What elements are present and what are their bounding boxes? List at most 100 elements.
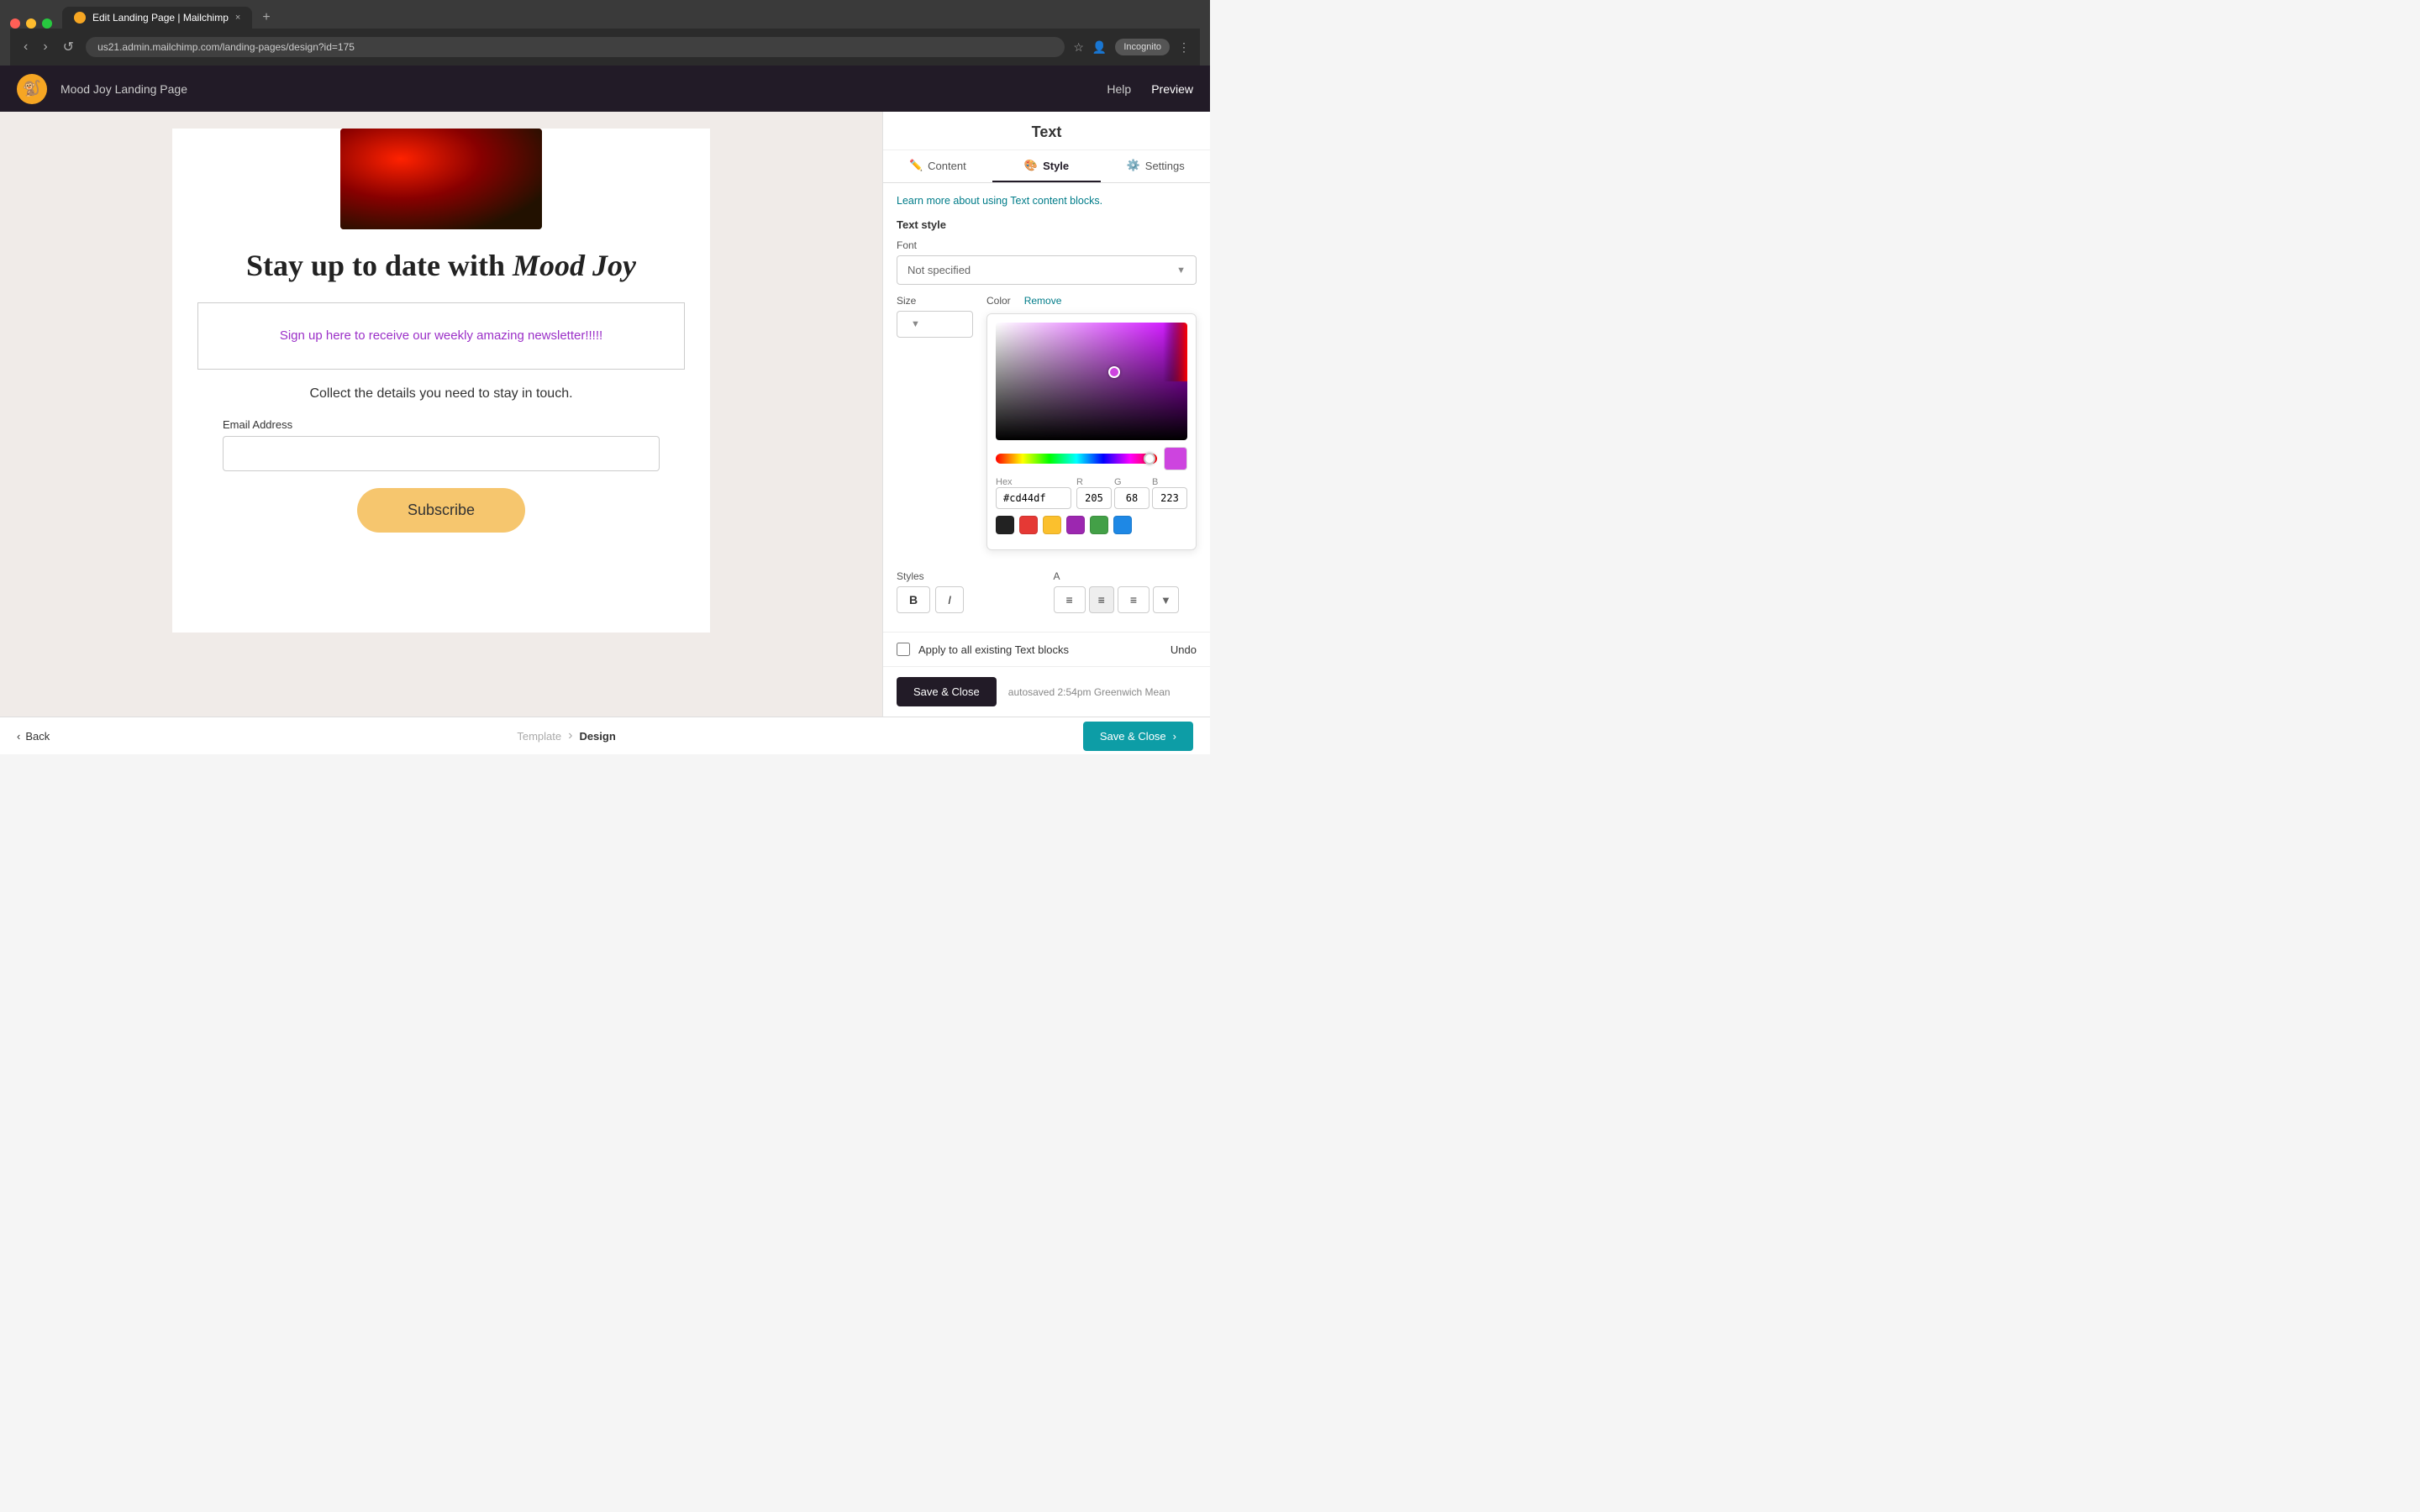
autosave-text: autosaved 2:54pm Greenwich Mean: [1008, 686, 1171, 698]
new-tab-button[interactable]: +: [255, 7, 276, 29]
color-gradient[interactable]: [996, 323, 1187, 440]
r-label: R: [1076, 477, 1112, 487]
apply-all-checkbox[interactable]: [897, 643, 910, 656]
hex-label: Hex: [996, 477, 1071, 487]
tab-close-button[interactable]: ×: [235, 13, 240, 23]
bold-button[interactable]: B: [897, 586, 930, 613]
b-input[interactable]: [1152, 487, 1187, 509]
swatch-green[interactable]: [1090, 516, 1108, 534]
save-close-panel-button[interactable]: Save & Close: [897, 677, 997, 706]
style-tab-label: Style: [1043, 160, 1069, 172]
color-label: Color: [986, 295, 1011, 307]
text-style-section: Text style: [897, 218, 1197, 231]
hue-slider[interactable]: [996, 454, 1157, 464]
undo-button[interactable]: Undo: [1171, 643, 1197, 656]
apply-all-label: Apply to all existing Text blocks: [918, 643, 1162, 656]
align-more-dropdown[interactable]: ▼: [1153, 586, 1179, 613]
email-input[interactable]: [223, 436, 660, 471]
browser-actions: ☆ 👤 Incognito ⋮: [1073, 39, 1190, 55]
star-icon[interactable]: ☆: [1073, 40, 1084, 55]
swatch-purple[interactable]: [1066, 516, 1085, 534]
collect-text: Collect the details you need to stay in …: [309, 386, 572, 402]
color-circle-handle[interactable]: [1108, 366, 1120, 378]
more-icon[interactable]: ⋮: [1178, 40, 1190, 55]
heading-text: Stay up to date with: [246, 249, 513, 282]
header-actions: Help Preview: [1107, 82, 1193, 96]
template-breadcrumb: Template: [517, 730, 561, 743]
profile-icon[interactable]: 👤: [1092, 40, 1107, 55]
traffic-lights: [10, 18, 52, 29]
swatch-red[interactable]: [1019, 516, 1038, 534]
main-layout: Stay up to date with Mood Joy Sign up he…: [0, 112, 1210, 717]
learn-more-link[interactable]: Learn more about using Text content bloc…: [897, 195, 1197, 207]
font-label: Font: [897, 239, 1197, 251]
tab-style[interactable]: 🎨 Style: [992, 150, 1102, 182]
font-dropdown[interactable]: Not specified ▼: [897, 255, 1197, 285]
hue-slider-wrap: [996, 447, 1187, 470]
hex-input[interactable]: [996, 487, 1071, 509]
tab-title: Edit Landing Page | Mailchimp: [92, 12, 229, 24]
remove-color-link[interactable]: Remove: [1024, 295, 1062, 307]
settings-tab-icon: ⚙️: [1127, 159, 1140, 172]
help-button[interactable]: Help: [1107, 82, 1131, 96]
browser-bar: ‹ › ↺ us21.admin.mailchimp.com/landing-p…: [10, 29, 1200, 66]
active-browser-tab[interactable]: Edit Landing Page | Mailchimp ×: [62, 7, 252, 29]
r-input[interactable]: [1076, 487, 1112, 509]
align-right-button[interactable]: ≡: [1118, 586, 1150, 613]
size-dropdown-arrow: ▼: [911, 319, 920, 329]
color-picker-popup: Hex R G: [986, 313, 1197, 550]
apply-row: Apply to all existing Text blocks Undo: [883, 632, 1210, 666]
swatch-black[interactable]: [996, 516, 1014, 534]
back-label: Back: [25, 730, 50, 743]
tab-favicon-icon: [74, 12, 86, 24]
incognito-label: Incognito: [1123, 42, 1161, 52]
heading-italic: Mood Joy: [513, 249, 636, 282]
alignment-label: A: [1054, 570, 1197, 582]
canvas-area: Stay up to date with Mood Joy Sign up he…: [0, 112, 882, 717]
tab-content[interactable]: ✏️ Content: [883, 150, 992, 182]
styles-label: Styles: [897, 570, 1040, 582]
back-arrow-icon: ‹: [17, 730, 20, 743]
page-heading: Stay up to date with Mood Joy: [213, 246, 670, 302]
browser-chrome: Edit Landing Page | Mailchimp × + ‹ › ↺ …: [0, 0, 1210, 66]
font-value: Not specified: [908, 264, 971, 276]
mailchimp-logo: 🐒: [17, 74, 47, 104]
align-dropdown-arrow: ▼: [1160, 594, 1171, 606]
back-nav-button[interactable]: ‹: [20, 36, 31, 58]
hue-handle[interactable]: [1144, 453, 1155, 465]
url-bar[interactable]: us21.admin.mailchimp.com/landing-pages/d…: [86, 37, 1065, 57]
panel-body: Learn more about using Text content bloc…: [883, 183, 1210, 632]
align-center-button[interactable]: ≡: [1089, 586, 1114, 613]
styles-row: B I: [897, 586, 1040, 613]
save-close-bar: Save & Close autosaved 2:54pm Greenwich …: [883, 666, 1210, 717]
save-close-bottom-button[interactable]: Save & Close ›: [1083, 722, 1193, 751]
bottom-bar: ‹ Back Template › Design Save & Close ›: [0, 717, 1210, 754]
incognito-button[interactable]: Incognito: [1115, 39, 1170, 55]
maximize-traffic-light[interactable]: [42, 18, 52, 29]
save-close-bottom-icon: ›: [1173, 730, 1176, 743]
save-close-bottom-label: Save & Close: [1100, 730, 1166, 743]
panel-title: Text: [883, 112, 1210, 150]
align-left-button[interactable]: ≡: [1054, 586, 1086, 613]
italic-button[interactable]: I: [935, 586, 964, 613]
subscribe-button[interactable]: Subscribe: [357, 488, 525, 533]
breadcrumb-separator: ›: [568, 728, 572, 743]
minimize-traffic-light[interactable]: [26, 18, 36, 29]
back-button[interactable]: ‹ Back: [17, 730, 50, 743]
size-dropdown[interactable]: ▼: [897, 311, 973, 338]
g-input[interactable]: [1114, 487, 1150, 509]
tab-settings[interactable]: ⚙️ Settings: [1101, 150, 1210, 182]
app-header: 🐒 Mood Joy Landing Page Help Preview: [0, 66, 1210, 112]
email-label: Email Address: [223, 418, 292, 431]
forward-nav-button[interactable]: ›: [39, 36, 50, 58]
swatch-yellow[interactable]: [1043, 516, 1061, 534]
swatch-blue[interactable]: [1113, 516, 1132, 534]
color-swatches: [996, 516, 1187, 534]
highlighted-box[interactable]: Sign up here to receive our weekly amazi…: [197, 302, 685, 370]
close-traffic-light[interactable]: [10, 18, 20, 29]
preview-button[interactable]: Preview: [1151, 82, 1193, 96]
content-tab-icon: ✏️: [909, 159, 923, 172]
refresh-nav-button[interactable]: ↺: [60, 35, 77, 59]
size-label: Size: [897, 295, 973, 307]
email-input-wrap: [223, 436, 660, 471]
